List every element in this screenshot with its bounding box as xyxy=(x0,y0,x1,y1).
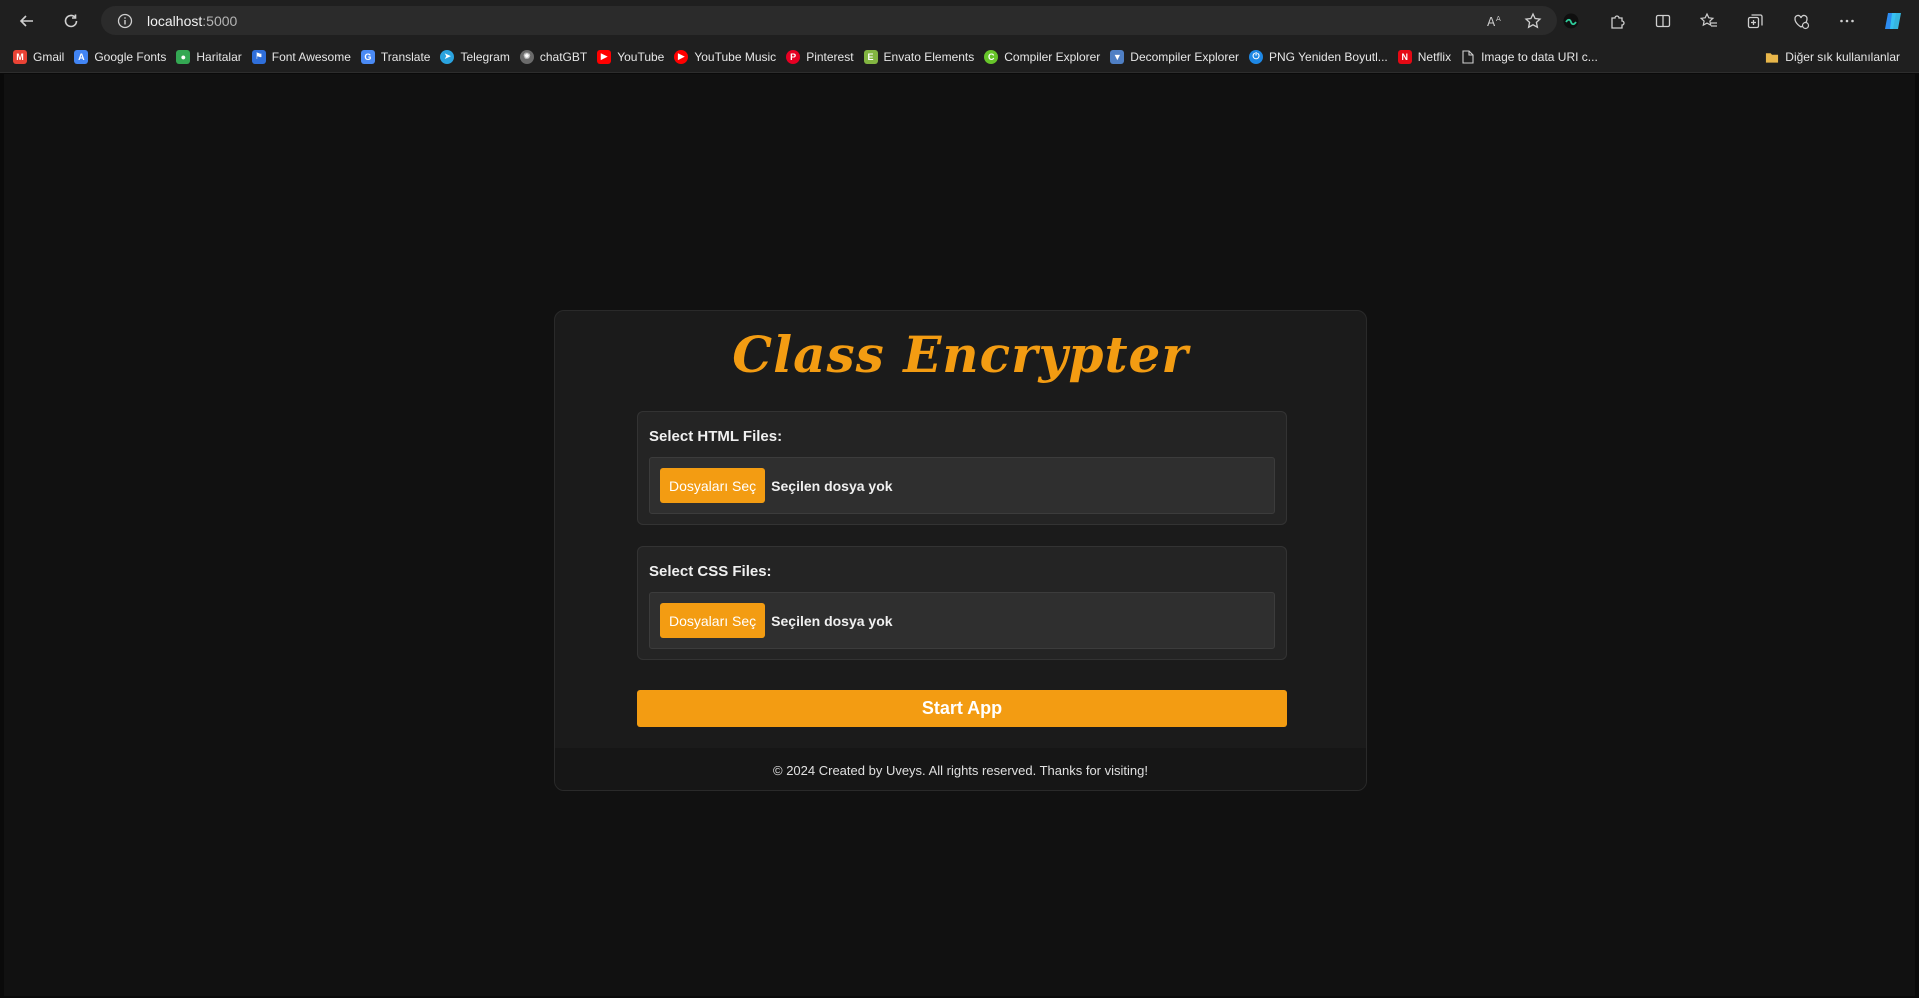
chatgpt-icon: ✺ xyxy=(519,49,534,64)
url-text[interactable]: localhost:5000 xyxy=(147,13,237,29)
more-options-icon[interactable] xyxy=(1829,3,1865,39)
decompiler-explorer-icon: ▼ xyxy=(1110,49,1125,64)
bookmark-label: Google Fonts xyxy=(94,49,167,64)
split-screen-icon[interactable] xyxy=(1645,3,1681,39)
copilot-icon[interactable] xyxy=(1875,3,1911,39)
bookmark-netflix[interactable]: N Netflix xyxy=(1395,44,1458,70)
html-file-input[interactable]: Dosyaları Seç Seçilen dosya yok xyxy=(649,457,1275,514)
page-viewport: Class Encrypter Select HTML Files: Dosya… xyxy=(4,74,1915,996)
bookmark-label: Decompiler Explorer xyxy=(1130,49,1239,64)
read-aloud-icon[interactable]: AA xyxy=(1481,7,1509,35)
font-awesome-icon: ⚑ xyxy=(251,49,266,64)
translate-icon: G xyxy=(360,49,375,64)
css-upload-section: Select CSS Files: Dosyaları Seç Seçilen … xyxy=(637,546,1287,660)
bookmark-label: Font Awesome xyxy=(271,49,351,64)
bookmark-telegram[interactable]: ➤ Telegram xyxy=(437,44,516,70)
bookmark-label: PNG Yeniden Boyutl... xyxy=(1269,49,1388,64)
bookmark-label: Netflix xyxy=(1417,49,1452,64)
bookmark-label: chatGBT xyxy=(539,49,588,64)
url-port: :5000 xyxy=(202,12,238,29)
google-fonts-icon: A xyxy=(74,49,89,64)
html-file-status: Seçilen dosya yok xyxy=(771,477,893,494)
bookmark-font-awesome[interactable]: ⚑ Font Awesome xyxy=(249,44,358,70)
bookmark-png-resize[interactable]: ⏻ PNG Yeniden Boyutl... xyxy=(1246,44,1395,70)
bookmark-folder-label: Diğer sık kullanılanlar xyxy=(1785,50,1900,64)
css-choose-files-button[interactable]: Dosyaları Seç xyxy=(660,603,766,638)
svg-text:A: A xyxy=(1496,15,1501,23)
bookmark-compiler-explorer[interactable]: C Compiler Explorer xyxy=(981,44,1107,70)
back-button[interactable] xyxy=(9,3,45,39)
bookmark-label: Image to data URI c... xyxy=(1481,49,1598,64)
start-app-button[interactable]: Start App xyxy=(637,690,1287,727)
site-info-icon[interactable] xyxy=(115,11,135,31)
telegram-icon: ➤ xyxy=(440,49,455,64)
bookmark-label: Compiler Explorer xyxy=(1004,49,1101,64)
favorite-star-icon[interactable] xyxy=(1519,7,1547,35)
favorites-icon[interactable] xyxy=(1691,3,1727,39)
back-arrow-icon xyxy=(19,14,33,27)
url-host: localhost xyxy=(147,12,203,29)
bookmark-label: Translate xyxy=(380,49,431,64)
youtube-music-icon: ▶ xyxy=(674,49,689,64)
collections-icon[interactable] xyxy=(1737,3,1773,39)
address-bar[interactable]: localhost:5000 AA xyxy=(101,6,1557,35)
bookmark-haritalar[interactable]: ● Haritalar xyxy=(173,44,248,70)
css-file-input[interactable]: Dosyaları Seç Seçilen dosya yok xyxy=(649,592,1275,649)
bookmark-envato-elements[interactable]: E Envato Elements xyxy=(861,44,982,70)
css-file-status: Seçilen dosya yok xyxy=(771,612,893,629)
svg-text:A: A xyxy=(1487,15,1496,29)
browser-essentials-icon[interactable] xyxy=(1783,3,1819,39)
bookmark-label: YouTube xyxy=(617,49,665,64)
html-choose-files-button[interactable]: Dosyaları Seç xyxy=(660,468,766,503)
html-upload-section: Select HTML Files: Dosyaları Seç Seçilen… xyxy=(637,411,1287,525)
bookmark-image-to-data-uri[interactable]: Image to data URI c... xyxy=(1458,44,1605,70)
footer: © 2024 Created by Uveys. All rights rese… xyxy=(555,748,1366,790)
bookmark-chatgbt[interactable]: ✺ chatGBT xyxy=(517,44,594,70)
netflix-icon: N xyxy=(1397,49,1412,64)
bookmark-google-fonts[interactable]: A Google Fonts xyxy=(71,44,173,70)
bookmark-label: Envato Elements xyxy=(883,49,975,64)
app-title: Class Encrypter xyxy=(732,325,1189,384)
app-card: Class Encrypter Select HTML Files: Dosya… xyxy=(554,310,1367,791)
extension-icon[interactable] xyxy=(1553,3,1589,39)
bookmark-youtube-music[interactable]: ▶ YouTube Music xyxy=(671,44,783,70)
pinterest-icon: P xyxy=(786,49,801,64)
html-files-label: Select HTML Files: xyxy=(649,428,783,445)
bookmarks-bar: M Gmail A Google Fonts ● Haritalar ⚑ Font Aw… xyxy=(0,41,1919,73)
gmail-icon: M xyxy=(13,49,27,64)
bookmark-label: Gmail xyxy=(33,49,65,64)
bookmark-label: YouTube Music xyxy=(694,49,777,64)
extensions-puzzle-icon[interactable] xyxy=(1599,3,1635,39)
bookmark-decompiler-explorer[interactable]: ▼ Decompiler Explorer xyxy=(1107,44,1246,70)
png-resize-icon: ⏻ xyxy=(1249,49,1263,64)
css-files-label: Select CSS Files: xyxy=(649,563,772,580)
youtube-icon: ▶ xyxy=(597,49,612,64)
bookmark-label: Haritalar xyxy=(196,49,242,64)
folder-icon xyxy=(1765,50,1779,64)
envato-icon: E xyxy=(863,49,878,64)
maps-icon: ● xyxy=(176,49,191,64)
footer-text: © 2024 Created by Uveys. All rights rese… xyxy=(773,762,1148,778)
reload-icon xyxy=(64,14,78,27)
bookmark-pinterest[interactable]: P Pinterest xyxy=(783,44,860,70)
browser-toolbar: localhost:5000 AA xyxy=(0,0,1919,41)
page-icon xyxy=(1461,49,1475,64)
bookmark-folder-other[interactable]: Diğer sık kullanılanlar xyxy=(1762,44,1907,70)
bookmark-youtube[interactable]: ▶ YouTube xyxy=(594,44,671,70)
reload-button[interactable] xyxy=(53,3,89,39)
bookmark-label: Telegram xyxy=(460,49,510,64)
bookmark-translate[interactable]: G Translate xyxy=(358,44,438,70)
bookmark-gmail[interactable]: M Gmail xyxy=(10,44,71,70)
bookmark-label: Pinterest xyxy=(806,49,854,64)
compiler-explorer-icon: C xyxy=(984,49,999,64)
